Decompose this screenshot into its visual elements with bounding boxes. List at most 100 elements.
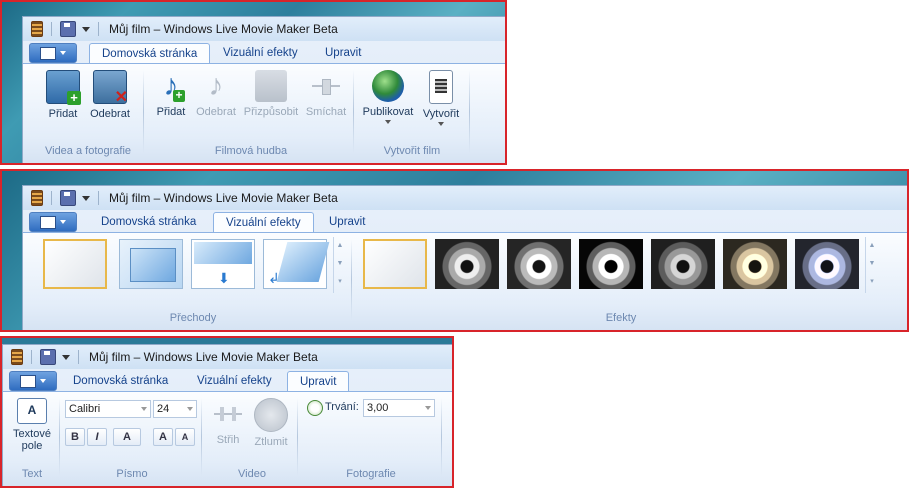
scroll-down-icon[interactable]: ▼ xyxy=(334,255,346,273)
title-bar: Můj film – Windows Live Movie Maker Beta xyxy=(23,17,505,41)
qat-dropdown-icon[interactable] xyxy=(62,354,70,360)
tab-home[interactable]: Domovská stránka xyxy=(61,371,180,391)
transition-reveal[interactable]: ↲ xyxy=(263,239,330,289)
document-icon xyxy=(40,215,56,229)
qat-dropdown-icon[interactable] xyxy=(82,195,90,201)
effect-thumbnail[interactable] xyxy=(651,239,715,289)
group-separator xyxy=(441,398,442,476)
tab-edit[interactable]: Upravit xyxy=(317,212,377,232)
group-label-video: Video xyxy=(238,468,266,480)
save-icon[interactable] xyxy=(40,349,56,365)
effect-thumbnail[interactable] xyxy=(579,239,643,289)
save-icon[interactable] xyxy=(60,21,76,37)
font-color-button[interactable]: A xyxy=(113,428,141,446)
tab-visual-effects[interactable]: Vizuální efekty xyxy=(213,212,314,232)
add-label: Přidat xyxy=(48,108,78,120)
qat-dropdown-icon[interactable] xyxy=(82,26,90,32)
tab-edit[interactable]: Upravit xyxy=(313,43,373,63)
group-label-text: Text xyxy=(21,468,43,480)
group-separator xyxy=(297,398,298,476)
app-film-icon xyxy=(31,190,43,206)
text-box-icon: A xyxy=(17,398,47,424)
title-separator xyxy=(51,191,52,205)
group-label-videos: Videa a fotografie xyxy=(44,145,132,157)
font-family-value: Calibri xyxy=(69,403,101,415)
group-separator xyxy=(353,70,354,153)
app-menu-button[interactable] xyxy=(29,43,77,63)
app-menu-button[interactable] xyxy=(9,371,57,391)
remove-label: Odebrat xyxy=(90,108,130,120)
tab-visual-effects[interactable]: Vizuální efekty xyxy=(185,371,284,391)
title-bar: Můj film – Windows Live Movie Maker Beta xyxy=(23,186,907,210)
italic-button[interactable]: I xyxy=(87,428,107,446)
mix-label: Smíchat xyxy=(305,106,347,118)
group-label-effects: Efekty xyxy=(605,312,637,324)
app-menu-button[interactable] xyxy=(29,212,77,232)
duration-select[interactable]: 3,00 xyxy=(363,399,435,417)
add-music-button[interactable]: ♪ + Přidat xyxy=(151,70,191,119)
mix-button[interactable]: Smíchat xyxy=(303,70,349,118)
transitions-gallery-scroll[interactable]: ▲ ▼ ▾ xyxy=(333,237,346,293)
trim-label: Střih xyxy=(216,434,240,446)
window-title: Můj film – Windows Live Movie Maker Beta xyxy=(109,191,338,205)
effect-none[interactable] xyxy=(363,239,427,289)
transition-slide[interactable]: ⬇ xyxy=(191,239,255,289)
save-icon[interactable] xyxy=(60,190,76,206)
chevron-down-icon xyxy=(438,122,444,126)
gallery-expand-icon[interactable]: ▾ xyxy=(334,273,346,291)
app-window: Můj film – Windows Live Movie Maker Beta… xyxy=(22,185,907,330)
transition-crossfade[interactable] xyxy=(119,239,183,289)
ribbon-home: + Přidat ✕ Odebrat Videa a fotografie ♪ … xyxy=(23,63,505,163)
bold-button[interactable]: B xyxy=(65,428,85,446)
tab-edit[interactable]: Upravit xyxy=(287,371,350,391)
chevron-down-icon xyxy=(425,406,431,410)
fit-music-button[interactable]: Přizpůsobit xyxy=(241,70,301,118)
music-add-icon: ♪ + xyxy=(155,70,187,102)
remove-music-button[interactable]: ♪ Odebrat xyxy=(193,70,239,119)
title-separator xyxy=(98,191,99,205)
effects-gallery-scroll[interactable]: ▲ ▼ ▾ xyxy=(865,237,878,293)
add-video-icon: + xyxy=(46,70,81,105)
group-label-photos: Fotografie xyxy=(346,468,396,480)
title-separator xyxy=(31,350,32,364)
shrink-font-button[interactable]: A xyxy=(175,428,195,446)
effect-thumbnail[interactable] xyxy=(507,239,571,289)
title-separator xyxy=(98,22,99,36)
trim-button[interactable]: Střih xyxy=(209,398,247,446)
transition-none[interactable] xyxy=(43,239,107,289)
font-family-select[interactable]: Calibri xyxy=(65,400,151,418)
gallery-expand-icon[interactable]: ▾ xyxy=(866,273,878,291)
chevron-down-icon xyxy=(187,407,193,411)
window-title: Můj film – Windows Live Movie Maker Beta xyxy=(109,22,338,36)
effect-thumbnail[interactable] xyxy=(435,239,499,289)
scroll-down-icon[interactable]: ▼ xyxy=(866,255,878,273)
tab-home[interactable]: Domovská stránka xyxy=(89,43,211,63)
chevron-down-icon xyxy=(60,51,66,55)
scroll-up-icon[interactable]: ▲ xyxy=(334,237,346,255)
effect-thumbnail-sepia[interactable] xyxy=(723,239,787,289)
tab-home[interactable]: Domovská stránka xyxy=(89,212,208,232)
mute-button[interactable]: Ztlumit xyxy=(249,398,293,448)
font-size-select[interactable]: 24 xyxy=(153,400,197,418)
chevron-down-icon xyxy=(385,120,391,124)
ribbon-effects: ⬇ ↲ ▲ ▼ ▾ Přechody ▲ ▼ ▾ Efekty xyxy=(23,232,907,330)
remove-videos-button[interactable]: ✕ Odebrat xyxy=(85,70,135,120)
curved-arrow-icon: ↲ xyxy=(268,270,280,286)
textbox-button[interactable]: A Textové pole xyxy=(9,398,55,452)
chevron-down-icon xyxy=(60,220,66,224)
grow-font-button[interactable]: A xyxy=(153,428,173,446)
effect-thumbnail-cyanotype[interactable] xyxy=(795,239,859,289)
document-icon xyxy=(40,46,56,60)
app-film-icon xyxy=(11,349,23,365)
add-videos-button[interactable]: + Přidat xyxy=(43,70,83,120)
group-separator xyxy=(469,70,470,153)
scroll-up-icon[interactable]: ▲ xyxy=(866,237,878,255)
ribbon-tabs: Domovská stránka Vizuální efekty Upravit xyxy=(3,369,452,391)
create-button[interactable]: Vytvořit xyxy=(419,70,463,126)
tab-visual-effects[interactable]: Vizuální efekty xyxy=(211,43,310,63)
publish-button[interactable]: Publikovat xyxy=(359,70,417,124)
group-separator xyxy=(143,70,144,153)
create-label: Vytvořit xyxy=(422,108,460,120)
remove-video-icon: ✕ xyxy=(93,70,128,106)
panel-home-tab: Můj film – Windows Live Movie Maker Beta… xyxy=(0,0,507,165)
